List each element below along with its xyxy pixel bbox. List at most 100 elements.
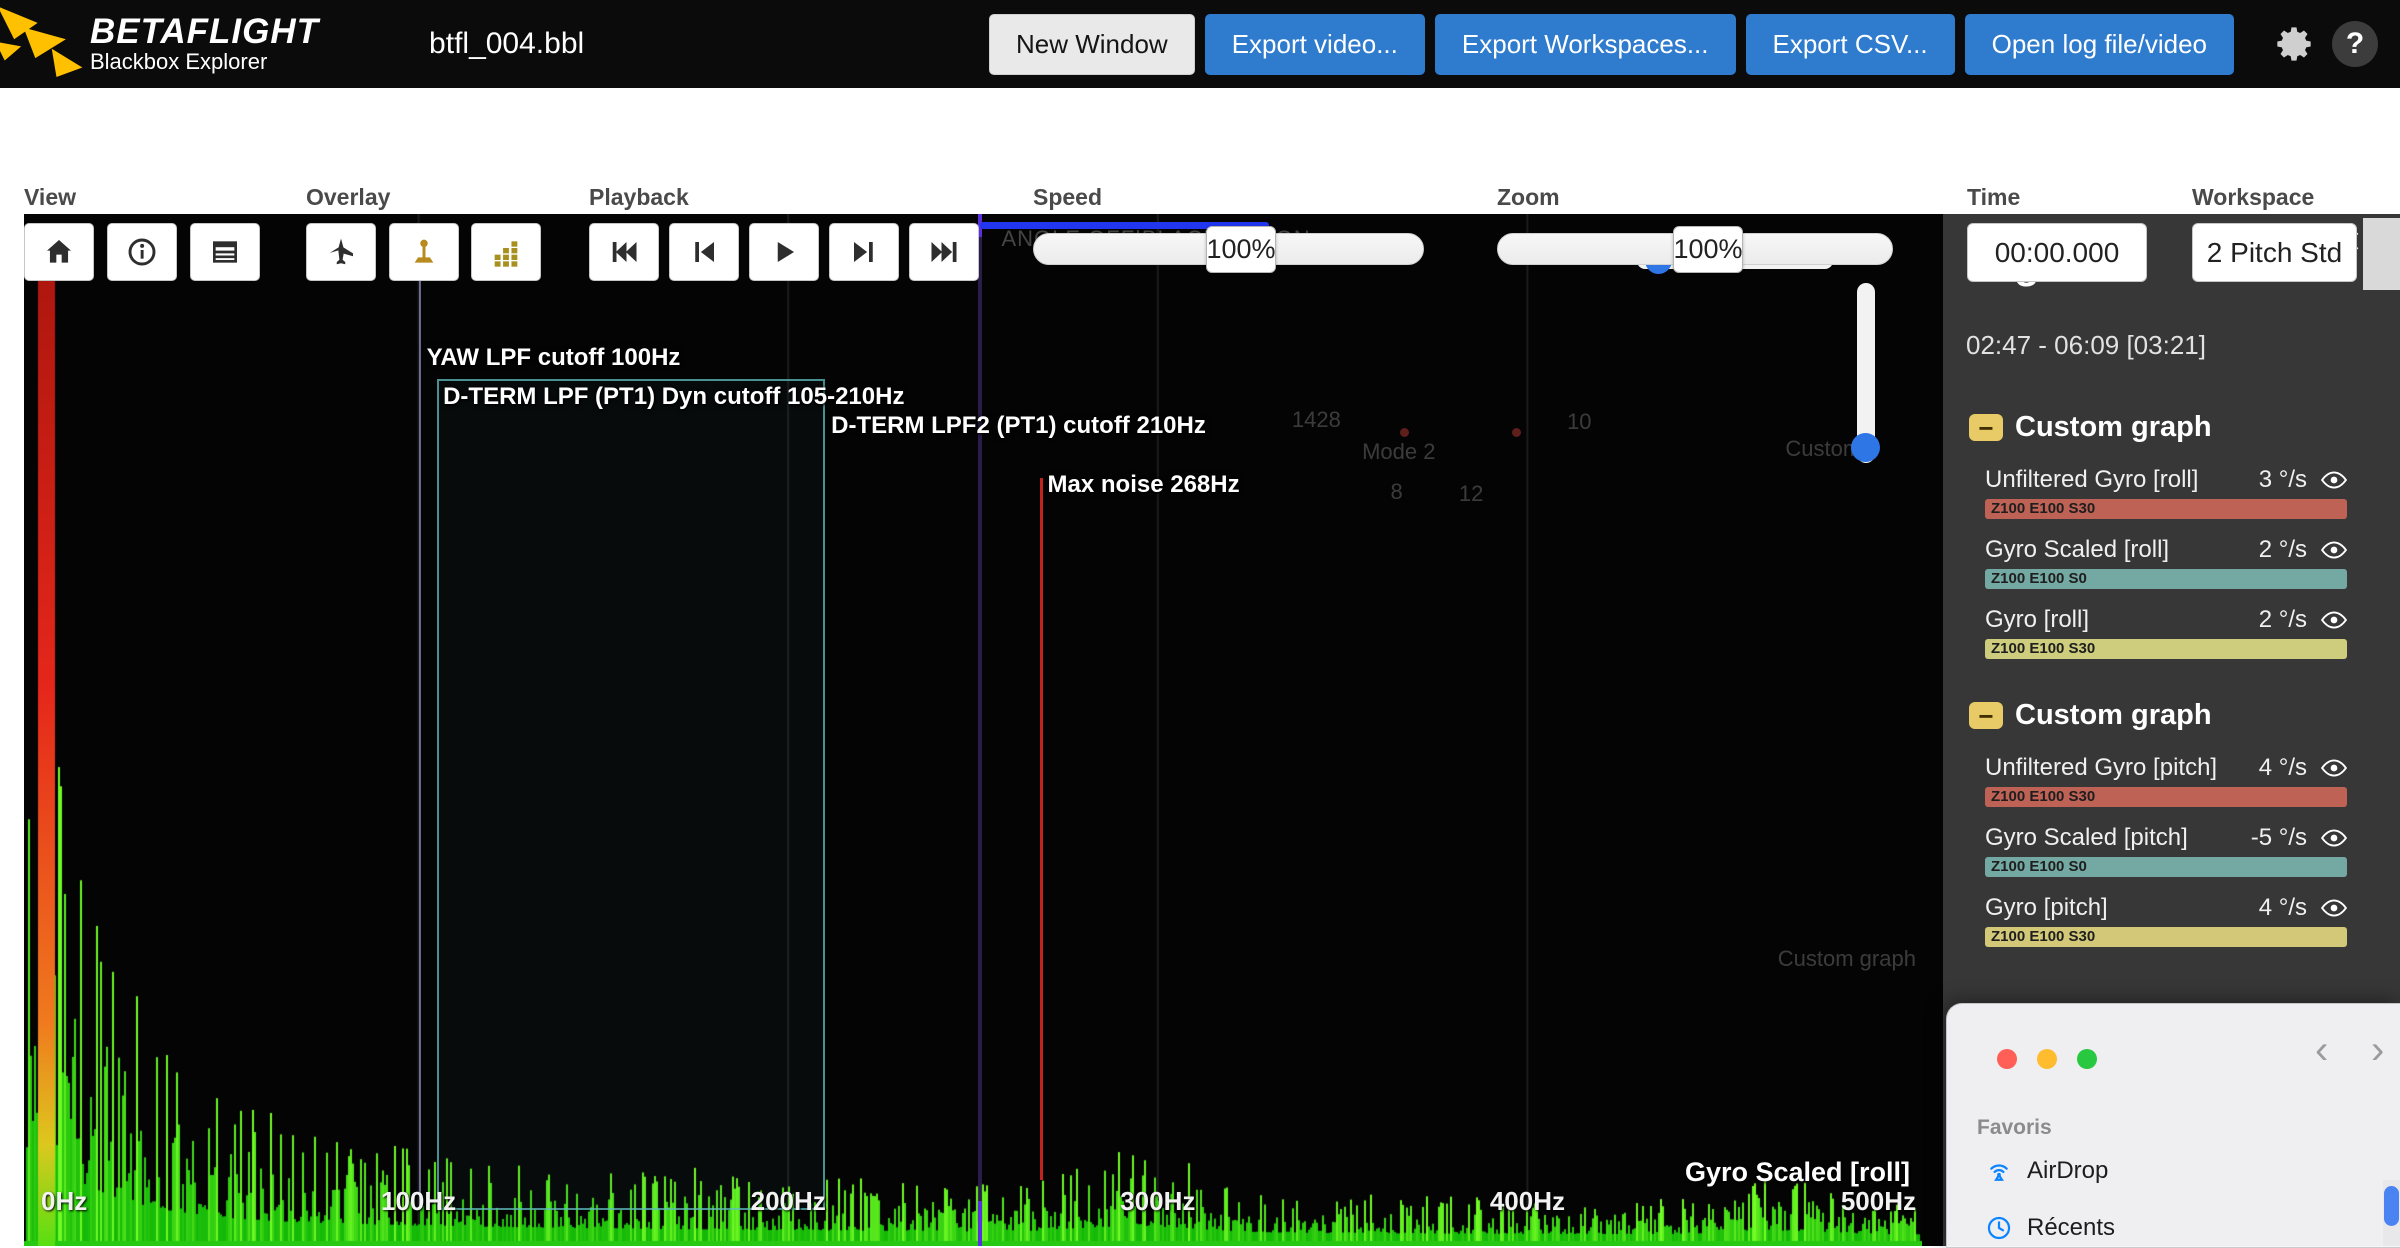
previous-frame-button[interactable] bbox=[669, 223, 739, 281]
filter-marker-line bbox=[418, 234, 421, 1205]
new-window-button[interactable]: New Window bbox=[988, 13, 1195, 75]
current-trace-label: Gyro Scaled [roll] bbox=[1684, 1157, 1910, 1188]
skip-to-start-icon bbox=[612, 242, 637, 262]
legend-field-name[interactable]: Unfiltered Gyro [pitch] bbox=[1985, 754, 2259, 782]
settings-gear-icon[interactable] bbox=[2272, 21, 2318, 67]
legend-curve-settings-bar[interactable]: Z100 E100 S30 bbox=[1985, 499, 2347, 519]
overlay-craft-button[interactable] bbox=[306, 223, 376, 281]
legend-curve-settings-bar[interactable]: Z100 E100 S30 bbox=[1985, 927, 2347, 947]
finder-minimize-button[interactable] bbox=[2037, 1049, 2057, 1069]
next-frame-button[interactable] bbox=[829, 223, 899, 281]
sidebar-item-label: Récents bbox=[2027, 1214, 2116, 1241]
visibility-eye-icon[interactable] bbox=[2321, 899, 2347, 917]
legend-group: − Custom graph Unfiltered Gyro [roll] 3 °/s… bbox=[1969, 411, 2374, 659]
workspace-dropdown-gutter bbox=[2363, 218, 2400, 290]
overlay-watermark-text: Custom bbox=[1785, 435, 1862, 461]
finder-zoom-button[interactable] bbox=[2077, 1049, 2097, 1069]
legend-field-value: 2 °/s bbox=[2258, 536, 2307, 563]
scrollbar-thumb[interactable] bbox=[2384, 1186, 2399, 1226]
legend-row: Gyro Scaled [pitch] -5 °/s Z100 E100 S0 bbox=[1985, 824, 2374, 877]
legend-row: Gyro [roll] 2 °/s Z100 E100 S30 bbox=[1985, 606, 2374, 659]
legend-row: Unfiltered Gyro [roll] 3 °/s Z100 E100 S30 bbox=[1985, 466, 2374, 519]
brand-subtitle: Blackbox Explorer bbox=[90, 49, 268, 75]
overlay-sticks-button[interactable] bbox=[389, 223, 459, 281]
play-pause-button[interactable] bbox=[749, 223, 819, 281]
filter-marker-label: Max noise 268Hz bbox=[1047, 470, 1240, 498]
workspace-select[interactable]: 2 Pitch Std bbox=[2192, 223, 2357, 282]
export-csv-button[interactable]: Export CSV... bbox=[1745, 13, 1955, 75]
analyser-vertical-slider[interactable] bbox=[1851, 283, 1880, 463]
spectrum-canvas[interactable] bbox=[24, 214, 1922, 1246]
vertical-slider-handle[interactable] bbox=[1851, 433, 1880, 462]
speed-section-label: Speed bbox=[1033, 184, 1103, 210]
overlay-watermark-text: Custom graph bbox=[1777, 945, 1916, 971]
collapse-group-icon[interactable]: − bbox=[1969, 702, 2003, 729]
visibility-eye-icon[interactable] bbox=[2321, 611, 2347, 629]
export-workspaces-button[interactable]: Export Workspaces... bbox=[1434, 13, 1736, 75]
legend-field-name[interactable]: Gyro Scaled [pitch] bbox=[1985, 824, 2251, 852]
open-log-button[interactable]: Open log file/video bbox=[1964, 13, 2234, 75]
help-icon[interactable]: ? bbox=[2332, 21, 2378, 67]
legend-curve-settings-bar[interactable]: Z100 E100 S30 bbox=[1985, 787, 2347, 807]
zoom-slider-value[interactable]: 100% bbox=[1673, 226, 1743, 273]
visibility-eye-icon[interactable] bbox=[2321, 759, 2347, 777]
legend-curve-settings-bar[interactable]: Z100 E100 S0 bbox=[1985, 857, 2347, 877]
legend-field-name[interactable]: Gyro [pitch] bbox=[1985, 894, 2259, 922]
overlay-watermark-text: 12 bbox=[1458, 481, 1484, 507]
visibility-eye-icon[interactable] bbox=[2321, 541, 2347, 559]
betaflight-logo-icon bbox=[0, 7, 83, 77]
skip-to-end-icon bbox=[931, 242, 957, 262]
jump-to-start-button[interactable] bbox=[589, 223, 659, 281]
frequency-axis-label: 400Hz bbox=[1489, 1186, 1565, 1217]
legend-groups: − Custom graph Unfiltered Gyro [roll] 3 °/s… bbox=[1943, 411, 2400, 947]
jump-to-end-button[interactable] bbox=[909, 223, 979, 281]
overlay-watermark-text: 1428 bbox=[1291, 406, 1341, 432]
visibility-eye-icon[interactable] bbox=[2321, 471, 2347, 489]
legend-row: Gyro [pitch] 4 °/s Z100 E100 S30 bbox=[1985, 894, 2374, 947]
view-home-button[interactable] bbox=[24, 223, 94, 281]
legend-group-header: − Custom graph bbox=[1969, 411, 2374, 444]
finder-close-button[interactable] bbox=[1997, 1049, 2017, 1069]
overlay-analyser-button[interactable] bbox=[471, 223, 541, 281]
playback-section-label: Playback bbox=[589, 184, 689, 210]
filter-marker-line bbox=[1039, 478, 1043, 1180]
frequency-axis-label: 100Hz bbox=[381, 1186, 457, 1217]
zoom-section-label: Zoom bbox=[1497, 184, 1560, 210]
collapse-group-icon[interactable]: − bbox=[1969, 414, 2003, 441]
overlay-section-label: Overlay bbox=[306, 184, 391, 210]
play-icon bbox=[777, 242, 794, 262]
favorites-section-label: Favoris bbox=[1977, 1116, 2052, 1139]
overlay-watermark-text: 8 bbox=[1390, 479, 1403, 505]
export-video-button[interactable]: Export video... bbox=[1204, 13, 1425, 75]
legend-field-value: 4 °/s bbox=[2258, 754, 2307, 781]
sidebar-item-recents[interactable]: Récents bbox=[1985, 1214, 2115, 1242]
filter-marker-label: D-TERM LPF2 (PT1) cutoff 210Hz bbox=[831, 412, 1206, 440]
legend-field-value: -5 °/s bbox=[2250, 824, 2307, 851]
sidebar-item-airdrop[interactable]: AirDrop bbox=[1985, 1157, 2108, 1185]
legend-curve-settings-bar[interactable]: Z100 E100 S30 bbox=[1985, 639, 2347, 659]
app-header: BETAFLIGHT Blackbox Explorer btfl_004.bb… bbox=[0, 0, 2400, 88]
time-section-label: Time bbox=[1967, 184, 2021, 210]
overlay-watermark-dot bbox=[1400, 427, 1410, 437]
frequency-axis-label: 200Hz bbox=[750, 1186, 826, 1217]
brand-title: BETAFLIGHT bbox=[90, 11, 320, 51]
speed-slider-value[interactable]: 100% bbox=[1206, 226, 1276, 273]
forward-chevron-icon[interactable]: › bbox=[2371, 1030, 2384, 1070]
visibility-eye-icon[interactable] bbox=[2321, 829, 2347, 847]
legend-row: Unfiltered Gyro [pitch] 4 °/s Z100 E100 S3… bbox=[1985, 754, 2374, 807]
overlay-watermark-dot bbox=[1512, 427, 1522, 437]
legend-field-name[interactable]: Gyro [roll] bbox=[1985, 606, 2259, 634]
legend-group-title: Custom graph bbox=[2015, 411, 2212, 443]
legend-field-name[interactable]: Unfiltered Gyro [roll] bbox=[1985, 466, 2259, 494]
step-forward-icon bbox=[854, 242, 873, 262]
time-display-field[interactable]: 00:00.000 bbox=[1967, 223, 2147, 282]
view-table-button[interactable] bbox=[190, 223, 260, 281]
frequency-axis-label: 0Hz bbox=[41, 1186, 88, 1217]
back-chevron-icon[interactable]: ‹ bbox=[2315, 1030, 2328, 1070]
legend-curve-settings-bar[interactable]: Z100 E100 S0 bbox=[1985, 569, 2347, 589]
legend-field-value: 2 °/s bbox=[2258, 606, 2307, 633]
view-log-info-button[interactable] bbox=[107, 223, 177, 281]
plane-icon bbox=[329, 238, 353, 265]
overlay-watermark-text: 10 bbox=[1567, 409, 1592, 435]
legend-field-name[interactable]: Gyro Scaled [roll] bbox=[1985, 536, 2259, 564]
